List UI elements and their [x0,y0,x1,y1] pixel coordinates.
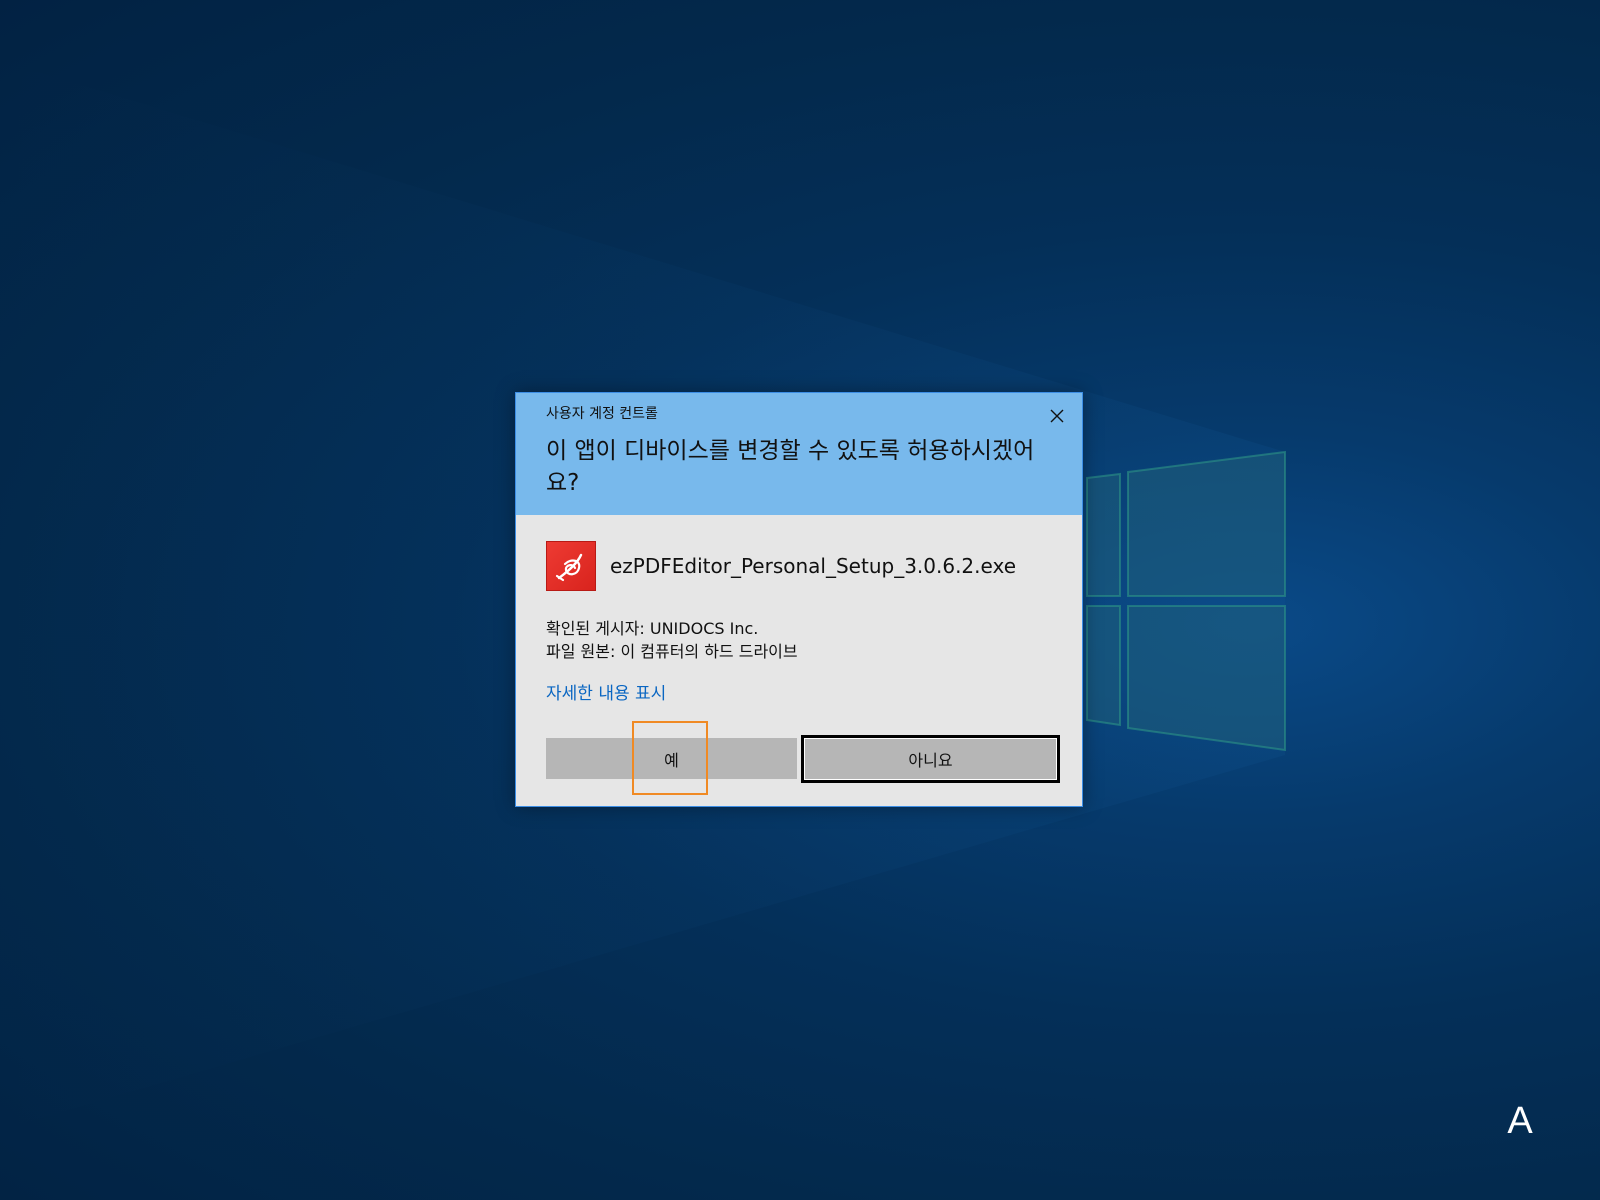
uac-caption: 사용자 계정 컨트롤 [546,406,658,422]
uac-question: 이 앱이 디바이스를 변경할 수 있도록 허용하시겠어요? [546,438,1035,496]
origin-line: 파일 원본: 이 컴퓨터의 하드 드라이브 [546,642,798,661]
yes-button-label: 예 [664,750,679,770]
no-button[interactable]: 아니요 [801,735,1060,783]
publisher-line: 확인된 게시자: UNIDOCS Inc. [546,619,759,638]
yes-button[interactable]: 예 [546,738,797,779]
uac-header: 사용자 계정 컨트롤 이 앱이 디바이스를 변경할 수 있도록 허용하시겠어요? [516,393,1082,515]
show-details-link[interactable]: 자세한 내용 표시 [546,679,666,704]
uac-dialog: 사용자 계정 컨트롤 이 앱이 디바이스를 변경할 수 있도록 허용하시겠어요?… [515,392,1083,807]
close-icon [1050,409,1064,423]
app-row: ezPDFEditor_Personal_Setup_3.0.6.2.exe [546,541,1016,591]
no-button-label: 아니요 [908,751,953,770]
info-block: 확인된 게시자: UNIDOCS Inc. 파일 원본: 이 컴퓨터의 하드 드… [546,617,798,663]
close-button[interactable] [1042,403,1072,429]
app-name: ezPDFEditor_Personal_Setup_3.0.6.2.exe [610,554,1016,578]
ime-language-indicator[interactable]: A [1500,1096,1540,1146]
ezpdf-logo-icon [546,541,596,591]
